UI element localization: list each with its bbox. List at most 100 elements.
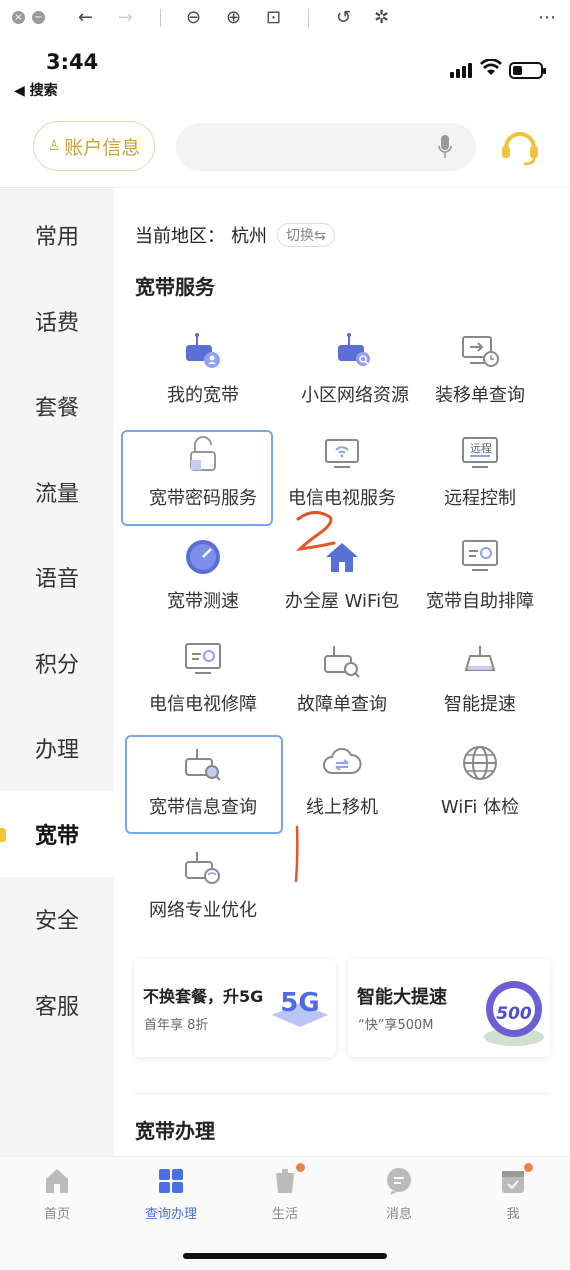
viewer-toolbar: × − ← → ⊖ ⊕ ⊡ ↺ ✲ ⋯ — [0, 0, 570, 36]
sidebar-item-label: 套餐 — [34, 396, 79, 421]
sidebar-item-label: 语音 — [34, 567, 79, 592]
close-window-icon[interactable]: × — [12, 11, 25, 24]
back-to-app-link[interactable]: ◀ 搜索 — [14, 80, 58, 100]
main-content: 当前地区： 杭州 切换⇆ 宽带服务 我的宽带 小区网络资源 装移单查询 宽带密码… — [114, 189, 570, 1156]
home-icon — [46, 1169, 68, 1193]
service-label: 装移单查询 — [435, 385, 525, 406]
tv-wifi-icon — [325, 439, 359, 468]
sidebar-item-voice[interactable]: 语音 — [0, 534, 114, 620]
svg-text:5G: 5G — [280, 988, 319, 1018]
service-iptv-repair[interactable]: 电信电视修障 — [127, 632, 279, 732]
forward-arrow-icon[interactable]: → — [118, 7, 133, 28]
service-smart-speedup[interactable]: 智能提速 — [404, 632, 556, 732]
service-broadband-password[interactable]: 宽带密码服务 — [127, 426, 279, 526]
sidebar-item-plan[interactable]: 套餐 — [0, 363, 114, 449]
sidebar-item-label: 常用 — [34, 225, 79, 250]
back-arrow-icon[interactable]: ← — [78, 7, 93, 28]
sidebar-item-label: 积分 — [34, 653, 79, 678]
speedometer-icon — [186, 540, 220, 574]
calendar-icon — [502, 1171, 524, 1193]
search-input[interactable] — [176, 123, 476, 171]
promo-title: 不换套餐，升5G — [143, 987, 264, 1006]
promo-title: 智能大提速 — [357, 987, 447, 1008]
service-iptv[interactable]: 电信电视服务 — [266, 426, 418, 526]
sidebar-item-handle[interactable]: 办理 — [0, 705, 114, 791]
service-label: 宽带信息查询 — [149, 797, 257, 818]
top-bar: ♙ 账户信息 — [0, 112, 570, 188]
remote-icon-text: 远程 — [470, 442, 492, 455]
notification-badge — [296, 1163, 305, 1172]
tab-query-handle[interactable]: 查询办理 — [114, 1165, 228, 1225]
service-label: 网络专业优化 — [149, 900, 257, 921]
magic-wand-icon[interactable]: ✲ — [374, 7, 389, 28]
tab-label: 首页 — [43, 1207, 70, 1222]
service-remote-control[interactable]: 远程 远程控制 — [404, 426, 556, 526]
service-online-relocation[interactable]: 线上移机 — [266, 735, 418, 835]
service-label: 智能提速 — [444, 694, 516, 715]
account-info-button[interactable]: ♙ 账户信息 — [33, 121, 155, 171]
service-label: 电信电视服务 — [288, 488, 396, 509]
promo-subtitle: “快”享500M — [358, 1018, 434, 1033]
router-search-icon — [338, 333, 370, 366]
grid-icon — [159, 1169, 183, 1193]
zoom-out-icon[interactable]: ⊖ — [186, 7, 201, 28]
service-wifi-checkup[interactable]: WiFi 体检 — [404, 735, 556, 835]
svg-text:500: 500 — [496, 1004, 532, 1024]
cloud-transfer-icon — [323, 747, 362, 774]
tab-label: 生活 — [271, 1207, 298, 1222]
sidebar-item-broadband[interactable]: 宽带 — [0, 791, 114, 877]
sidebar-item-security[interactable]: 安全 — [0, 876, 114, 962]
service-label: 宽带密码服务 — [149, 488, 257, 509]
service-broadband-info-query[interactable]: 宽带信息查询 — [127, 735, 279, 835]
service-fault-ticket-query[interactable]: 故障单查询 — [266, 632, 418, 732]
router-user-icon — [186, 333, 220, 368]
minimize-window-icon[interactable]: − — [32, 11, 45, 24]
router-speed-icon — [464, 646, 496, 671]
customer-service-headset-icon[interactable] — [498, 124, 542, 168]
toolbar-divider — [308, 9, 309, 27]
zoom-in-icon[interactable]: ⊕ — [226, 7, 241, 28]
tab-me[interactable]: 我 — [456, 1163, 570, 1225]
region-label: 当前地区： — [135, 226, 225, 247]
rotate-icon[interactable]: ↺ — [336, 7, 351, 28]
service-self-troubleshoot[interactable]: 宽带自助排障 — [404, 529, 556, 629]
router-wifi-icon — [185, 852, 220, 884]
tab-home[interactable]: 首页 — [0, 1165, 114, 1225]
fit-screen-icon[interactable]: ⊡ — [266, 7, 281, 28]
account-info-label: 账户信息 — [64, 136, 141, 159]
home-indicator — [183, 1253, 387, 1259]
microphone-icon[interactable] — [438, 135, 452, 159]
service-my-broadband[interactable]: 我的宽带 — [127, 323, 279, 423]
promo-card-speedup[interactable]: 智能大提速 “快”享500M 500 — [348, 959, 550, 1057]
sidebar-item-customer-service[interactable]: 客服 — [0, 962, 114, 1048]
service-speed-test[interactable]: 宽带测速 — [127, 529, 279, 629]
service-network-optimization[interactable]: 网络专业优化 — [127, 838, 279, 938]
sidebar-item-common[interactable]: 常用 — [0, 192, 114, 278]
sidebar-item-phone-bill[interactable]: 话费 — [0, 278, 114, 364]
tab-life[interactable]: 生活 — [228, 1163, 342, 1225]
tv-repair-icon — [185, 643, 221, 674]
service-label: 办全屋 WiFi包 — [284, 591, 400, 612]
monitor-wave-icon — [462, 540, 498, 571]
battery-icon — [509, 62, 546, 79]
broadband-services-title: 宽带服务 — [135, 275, 215, 299]
sidebar-item-label: 办理 — [34, 738, 79, 763]
promo-card-5g[interactable]: 不换套餐，升5G 首年享 8折 5G — [134, 959, 336, 1057]
toolbar-divider — [160, 9, 161, 27]
more-options-icon[interactable]: ⋯ — [538, 7, 556, 28]
promo-subtitle: 首年享 8折 — [144, 1018, 209, 1033]
tab-label: 查询办理 — [144, 1207, 197, 1222]
phone-status-bar: 3:44 ◀ 搜索 — [0, 48, 570, 104]
service-label: 故障单查询 — [297, 694, 387, 715]
service-install-move-query[interactable]: 装移单查询 — [404, 323, 556, 423]
service-label: 我的宽带 — [167, 385, 239, 406]
sidebar-item-points[interactable]: 积分 — [0, 620, 114, 706]
switch-region-button[interactable]: 切换⇆ — [277, 223, 335, 247]
battery-level — [513, 66, 522, 75]
service-whole-home-wifi[interactable]: 办全屋 WiFi包 — [266, 529, 418, 629]
sidebar-item-data[interactable]: 流量 — [0, 449, 114, 535]
tab-messages[interactable]: 消息 — [342, 1165, 456, 1225]
home-wifi-icon — [326, 543, 358, 572]
500m-speed-badge-icon: 500 — [484, 981, 544, 1046]
category-sidebar: 常用 话费 套餐 流量 语音 积分 办理 宽带 安全 客服 — [0, 189, 114, 1156]
